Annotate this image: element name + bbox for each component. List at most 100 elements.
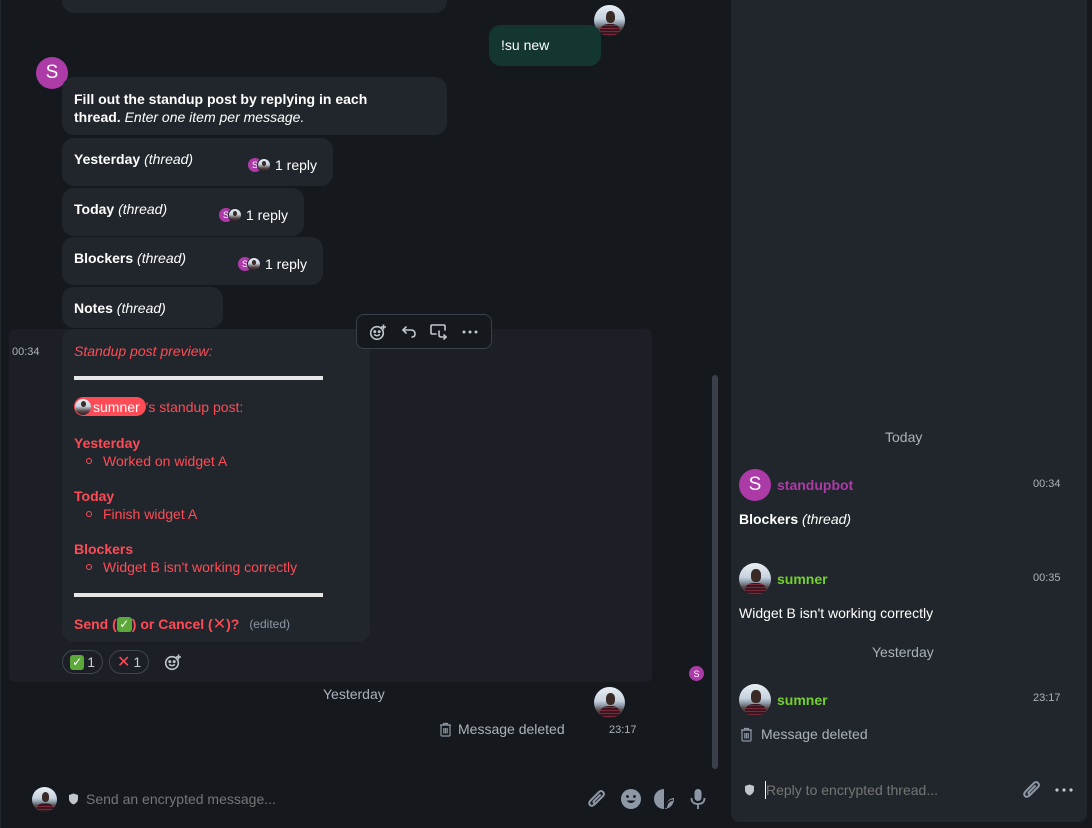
thread-root-message: Blockers (thread) bbox=[739, 511, 852, 527]
preview-user-line: sumner 's standup post: bbox=[74, 397, 243, 416]
thread-suffix: (thread) bbox=[116, 300, 166, 316]
thread-suffix: (thread) bbox=[118, 201, 168, 217]
more-options-icon bbox=[462, 330, 478, 333]
thread-reply-summary[interactable]: S 1 reply bbox=[248, 157, 317, 173]
sticker-button[interactable] bbox=[651, 786, 677, 812]
sumner-avatar[interactable] bbox=[739, 684, 771, 716]
room-timeline: !su new S Fill out the standup post by r… bbox=[0, 0, 723, 828]
preview-divider-top bbox=[74, 376, 323, 380]
thread-more-options-button[interactable] bbox=[1051, 777, 1077, 803]
user-mention-pill[interactable]: sumner bbox=[74, 397, 146, 416]
message-timestamp: 23:17 bbox=[1033, 692, 1061, 704]
thread-reply-summary[interactable]: S 1 reply bbox=[238, 256, 307, 272]
voice-message-button[interactable] bbox=[685, 786, 711, 812]
thread-icon bbox=[430, 323, 448, 340]
preview-section-yesterday: Yesterday bbox=[74, 435, 141, 451]
check-emoji: ✓ bbox=[70, 654, 85, 670]
thread-message-notes[interactable]: Notes (thread) bbox=[62, 287, 223, 328]
preview-item: Worked on widget A bbox=[86, 453, 227, 469]
thread-date-separator-yesterday: Yesterday bbox=[872, 644, 934, 660]
sticker-icon bbox=[654, 789, 674, 809]
user-suffix-text: 's standup post: bbox=[145, 398, 244, 415]
mention-avatar bbox=[75, 398, 91, 415]
reply-avatar-sumner bbox=[247, 257, 261, 271]
reply-avatar-sumner bbox=[257, 158, 271, 172]
cross-emoji: ✕ bbox=[212, 616, 227, 633]
preview-item: Widget B isn't working correctly bbox=[86, 559, 297, 575]
trash-icon bbox=[440, 722, 451, 737]
own-message-text: !su new bbox=[501, 37, 550, 53]
microphone-icon bbox=[690, 789, 706, 809]
composer-avatar bbox=[32, 787, 57, 812]
thread-title: Blockers bbox=[74, 250, 134, 266]
date-separator: Yesterday bbox=[323, 686, 385, 702]
shield-icon bbox=[69, 793, 78, 805]
sender-name[interactable]: sumner bbox=[777, 571, 828, 587]
standupbot-avatar[interactable]: S bbox=[739, 469, 771, 501]
thread-suffix: (thread) bbox=[144, 151, 194, 167]
sender-name[interactable]: sumner bbox=[777, 692, 828, 708]
reply-in-thread-button[interactable] bbox=[426, 319, 452, 345]
deleted-message: Message deleted bbox=[740, 726, 868, 742]
preview-divider-bottom bbox=[74, 593, 323, 597]
options-button[interactable] bbox=[457, 319, 483, 345]
thread-suffix: (thread) bbox=[137, 250, 187, 266]
thread-date-separator-today: Today bbox=[885, 429, 923, 445]
preview-item: Finish widget A bbox=[86, 506, 197, 522]
message-timestamp: 00:34 bbox=[1033, 478, 1061, 490]
react-button[interactable] bbox=[365, 319, 391, 345]
reply-icon bbox=[401, 325, 416, 338]
thread-message-yesterday[interactable]: Yesterday (thread) S 1 reply bbox=[62, 138, 333, 186]
trash-icon bbox=[741, 727, 752, 742]
preview-section-today: Today bbox=[74, 488, 115, 504]
message-timestamp: 23:17 bbox=[609, 724, 637, 736]
thread-message-today[interactable]: Today (thread) S 1 reply bbox=[62, 188, 304, 236]
sender-avatar[interactable] bbox=[594, 687, 625, 718]
add-reaction-button[interactable] bbox=[160, 649, 186, 675]
sender-name[interactable]: standupbot bbox=[777, 477, 853, 493]
thread-message-blockers[interactable]: Blockers (thread) S 1 reply bbox=[62, 237, 323, 285]
read-receipt-avatar[interactable]: S bbox=[689, 666, 704, 681]
more-options-icon bbox=[1055, 788, 1073, 792]
reply-button[interactable] bbox=[396, 319, 422, 345]
sumner-avatar[interactable] bbox=[739, 563, 771, 595]
thread-reply-summary[interactable]: S 1 reply bbox=[219, 207, 288, 223]
thread-title: Notes bbox=[74, 300, 113, 316]
reaction-count: 1 bbox=[87, 654, 95, 670]
react-icon bbox=[370, 324, 387, 340]
message-timestamp: 00:35 bbox=[1033, 572, 1061, 584]
thread-reply-text: Widget B isn't working correctly bbox=[739, 605, 934, 621]
preview-section-blockers: Blockers bbox=[74, 541, 134, 557]
thread-attach-button[interactable] bbox=[1019, 777, 1045, 803]
chat-app: !su new S Fill out the standup post by r… bbox=[0, 0, 1092, 828]
intro-message-bubble: Fill out the standup post by replying in… bbox=[62, 77, 447, 135]
preview-heading: Standup post preview: bbox=[74, 343, 213, 359]
emoji-icon bbox=[621, 789, 641, 809]
message-input[interactable] bbox=[86, 789, 566, 809]
preview-prompt: Send ( ✓ ) or Cancel ( ✕ )? (edited) bbox=[74, 616, 290, 633]
reaction-count: 1 bbox=[133, 654, 142, 670]
timeline-scrollbar[interactable] bbox=[712, 375, 718, 769]
intro-italic-text: Enter one item per message. bbox=[124, 109, 305, 125]
previous-message-bubble bbox=[62, 0, 447, 13]
reply-avatar-sumner bbox=[228, 208, 242, 222]
own-message-bubble: !su new bbox=[489, 25, 601, 66]
edited-label: (edited) bbox=[249, 617, 290, 631]
reply-count: 1 reply bbox=[265, 256, 308, 272]
reaction-check[interactable]: ✓ 1 bbox=[62, 650, 103, 674]
thread-reply-input[interactable] bbox=[766, 780, 1006, 800]
shield-icon bbox=[745, 784, 754, 796]
emoji-button[interactable] bbox=[618, 786, 644, 812]
deleted-message: Message deleted bbox=[439, 721, 565, 737]
reply-count: 1 reply bbox=[246, 207, 289, 223]
attach-button[interactable] bbox=[584, 786, 610, 812]
reaction-cross[interactable]: ✕ 1 bbox=[109, 650, 149, 674]
reply-count: 1 reply bbox=[275, 157, 318, 173]
cross-emoji: ✕ bbox=[117, 654, 131, 671]
thread-title: Yesterday bbox=[74, 151, 141, 167]
message-composer bbox=[1, 770, 724, 828]
check-emoji: ✓ bbox=[116, 616, 132, 632]
message-action-bar bbox=[356, 314, 492, 349]
add-reaction-icon bbox=[164, 654, 181, 671]
message-timestamp: 00:34 bbox=[12, 346, 40, 358]
